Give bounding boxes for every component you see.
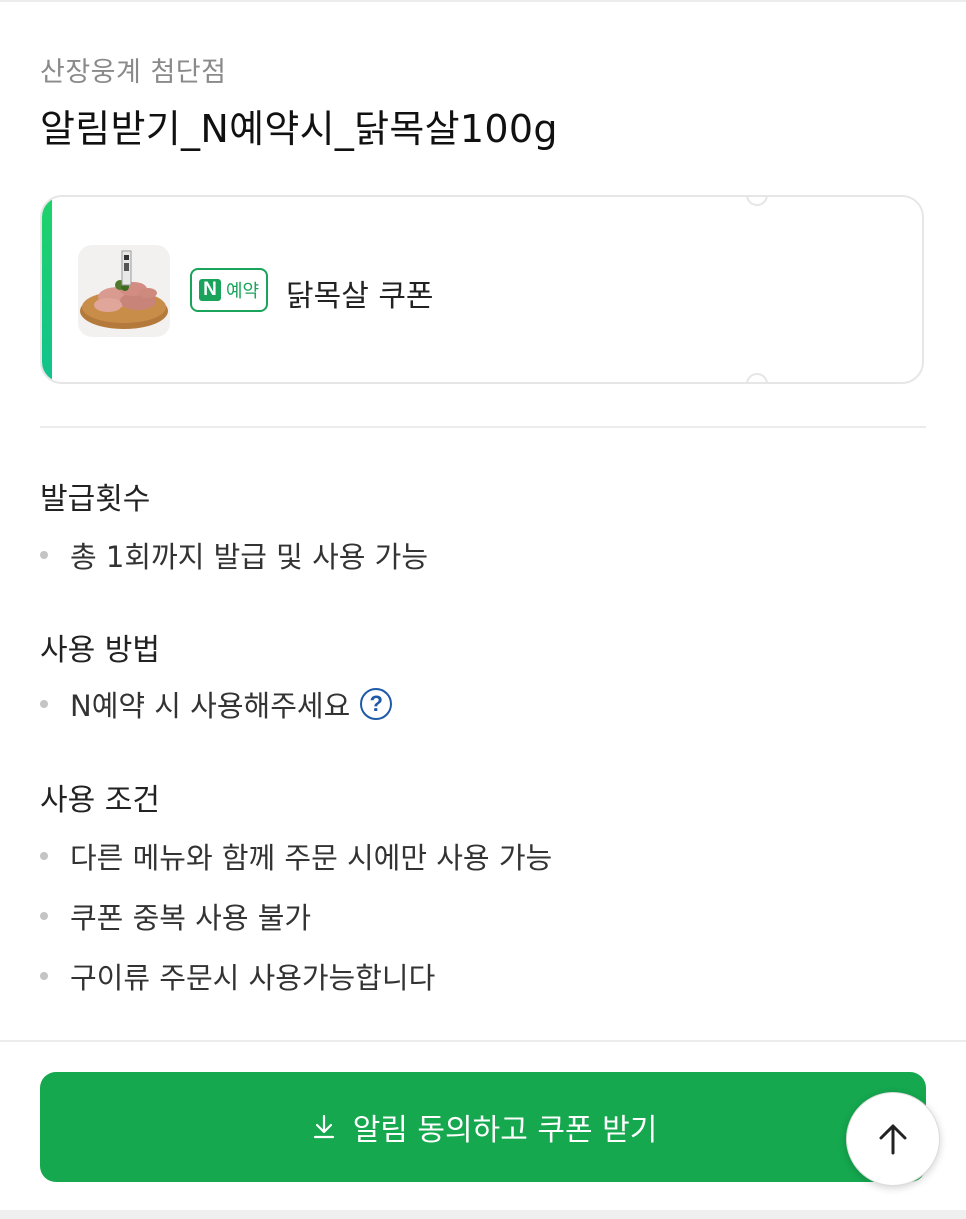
coupon-title: 알림받기_N예약시_닭목살100g [40, 107, 558, 151]
list-item: 다른 메뉴와 함께 주문 시에만 사용 가능 [40, 835, 552, 877]
issue-count-text: 총 1회까지 발급 및 사용 가능 [70, 540, 429, 574]
coupon-accent-bar [42, 197, 52, 382]
coupon-product-image [78, 245, 170, 337]
section-divider [40, 426, 926, 428]
condition-text: 쿠폰 중복 사용 불가 [70, 901, 312, 935]
list-item: 쿠폰 중복 사용 불가 [40, 895, 311, 937]
get-coupon-label: 알림 동의하고 쿠폰 받기 [352, 1113, 658, 1148]
arrow-up-icon [879, 1124, 907, 1155]
list-item: N예약 시 사용해주세요 ? [40, 683, 393, 725]
bullet-icon [40, 972, 48, 980]
naver-reservation-badge: N 예약 [190, 268, 269, 312]
coupon-name: 닭목살 쿠폰 [286, 279, 434, 314]
bottom-divider [0, 1040, 966, 1042]
bullet-icon [40, 852, 48, 860]
naver-n-icon: N [199, 279, 221, 301]
condition-text: 다른 메뉴와 함께 주문 시에만 사용 가능 [70, 841, 553, 875]
coupon-notch-bottom [746, 373, 768, 382]
list-item: 구이류 주문시 사용가능합니다 [40, 955, 435, 997]
usage-method-heading: 사용 방법 [40, 633, 160, 668]
bullet-icon [40, 551, 48, 559]
help-icon[interactable]: ? [360, 688, 393, 720]
download-icon [313, 1114, 334, 1139]
store-name: 산장웅계 첨단점 [40, 57, 227, 88]
bullet-icon [40, 700, 48, 708]
badge-label: 예약 [226, 281, 260, 302]
top-border [0, 0, 966, 2]
get-coupon-button[interactable]: 알림 동의하고 쿠폰 받기 [40, 1072, 926, 1182]
usage-conditions-heading: 사용 조건 [40, 783, 160, 818]
coupon-card[interactable]: N 예약 닭목살 쿠폰 [40, 195, 924, 384]
bottom-strip [0, 1210, 966, 1219]
usage-method-text: N예약 시 사용해주세요 [70, 689, 351, 723]
issue-count-heading: 발급횟수 [40, 482, 151, 517]
list-item: 총 1회까지 발급 및 사용 가능 [40, 534, 428, 576]
scroll-to-top-button[interactable] [846, 1092, 940, 1186]
bullet-icon [40, 912, 48, 920]
coupon-notch-top [746, 197, 768, 206]
condition-text: 구이류 주문시 사용가능합니다 [70, 961, 436, 995]
